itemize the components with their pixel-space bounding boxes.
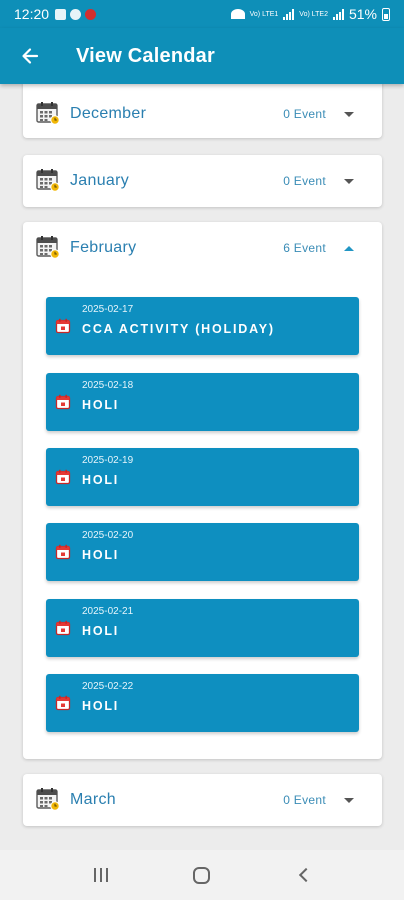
- event-item[interactable]: 2025-02-19 HOLI: [46, 448, 359, 506]
- event-date: 2025-02-20: [82, 530, 134, 541]
- month-card-january: January 0 Event: [23, 155, 382, 207]
- event-date: 2025-02-17: [82, 304, 134, 315]
- month-header-march[interactable]: March 0 Event: [23, 774, 382, 826]
- event-item[interactable]: 2025-02-18 HOLI: [46, 373, 359, 431]
- month-header-december[interactable]: December 0 Event: [23, 88, 382, 140]
- calendar-list[interactable]: December 0 Event January 0 Event Februar…: [0, 84, 404, 850]
- calendar-icon: [36, 787, 60, 811]
- chevron-down-icon: [344, 797, 354, 803]
- event-title: HOLI: [82, 624, 120, 638]
- event-count: 0 Event: [283, 107, 326, 121]
- event-calendar-icon: [55, 544, 71, 560]
- event-item[interactable]: 2025-02-17 CCA ACTIVITY (HOLIDAY): [46, 297, 359, 355]
- battery-percent: 51%: [348, 6, 377, 22]
- event-count: 6 Event: [283, 241, 326, 255]
- event-title: HOLI: [82, 398, 120, 412]
- app-bar: View Calendar: [0, 28, 404, 84]
- status-bar: 12:20 Vo) LTE1 Vo) LTE2 51%: [0, 0, 404, 28]
- home-button[interactable]: [182, 855, 222, 895]
- event-count: 0 Event: [283, 793, 326, 807]
- event-calendar-icon: [55, 620, 71, 636]
- signal-sim2-icon: [332, 8, 344, 20]
- home-icon: [193, 866, 211, 884]
- chevron-up-icon: [344, 245, 354, 251]
- calendar-icon: [36, 101, 60, 125]
- month-header-february[interactable]: February 6 Event: [23, 222, 382, 274]
- month-card-february: February 6 Event 2025-02-17 CCA ACTIVITY…: [23, 222, 382, 759]
- network-label-sim1: Vo) LTE1: [249, 10, 279, 18]
- system-back-button[interactable]: [283, 855, 323, 895]
- back-chevron-icon: [299, 867, 314, 883]
- event-calendar-icon: [55, 318, 71, 334]
- arrow-back-icon: [22, 48, 39, 64]
- network-label-sim2: Vo) LTE2: [299, 10, 328, 18]
- event-calendar-icon: [55, 695, 71, 711]
- month-name: December: [70, 105, 147, 122]
- recents-button[interactable]: [81, 855, 121, 895]
- event-count: 0 Event: [283, 174, 326, 188]
- month-header-january[interactable]: January 0 Event: [23, 155, 382, 207]
- status-time: 12:20: [14, 6, 50, 22]
- event-item[interactable]: 2025-02-20 HOLI: [46, 523, 359, 581]
- battery-icon: [382, 7, 390, 21]
- month-name: February: [70, 239, 137, 256]
- signal-sim1-icon: [283, 8, 295, 20]
- event-date: 2025-02-21: [82, 606, 134, 617]
- chat-notification-icon: [70, 8, 82, 20]
- jio-notification-icon: [85, 8, 97, 20]
- event-date: 2025-02-18: [82, 380, 134, 391]
- month-card-march: March 0 Event: [23, 774, 382, 826]
- chevron-down-icon: [344, 111, 354, 117]
- event-item[interactable]: 2025-02-22 HOLI: [46, 674, 359, 732]
- event-item[interactable]: 2025-02-21 HOLI: [46, 599, 359, 657]
- event-title: HOLI: [82, 699, 120, 713]
- gallery-notification-icon: [55, 8, 67, 20]
- event-calendar-icon: [55, 469, 71, 485]
- page-title: View Calendar: [76, 44, 215, 67]
- back-button[interactable]: [0, 28, 60, 84]
- month-name: January: [70, 172, 130, 189]
- month-card-december: December 0 Event: [23, 84, 382, 138]
- event-title: HOLI: [82, 473, 120, 487]
- event-date: 2025-02-19: [82, 455, 134, 466]
- system-nav-bar: [0, 850, 404, 900]
- recents-icon: [93, 868, 108, 882]
- event-title: CCA ACTIVITY (HOLIDAY): [82, 322, 275, 336]
- calendar-icon: [36, 168, 60, 192]
- event-calendar-icon: [55, 394, 71, 410]
- event-date: 2025-02-22: [82, 681, 134, 692]
- wifi-icon: [230, 9, 245, 19]
- event-title: HOLI: [82, 548, 120, 562]
- calendar-icon: [36, 235, 60, 259]
- month-name: March: [70, 791, 116, 808]
- chevron-down-icon: [344, 178, 354, 184]
